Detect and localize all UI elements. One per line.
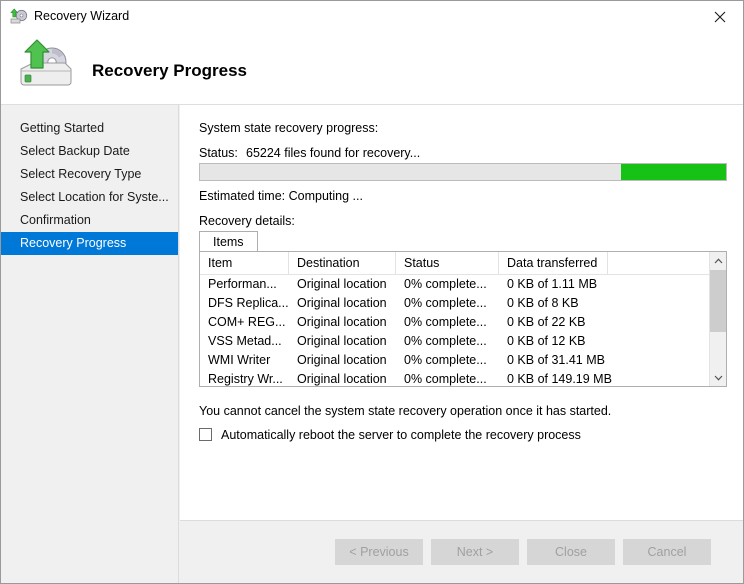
table-row[interactable]: DFS Replica... Original location 0% comp…: [200, 294, 726, 313]
previous-button[interactable]: < Previous: [335, 539, 423, 565]
list-vertical-scrollbar[interactable]: [709, 252, 726, 386]
cell-destination: Original location: [289, 370, 396, 387]
cell-data-transferred: 0 KB of 12 KB: [499, 332, 639, 351]
cancel-warning-text: You cannot cancel the system state recov…: [199, 404, 611, 418]
tab-items[interactable]: Items: [199, 231, 258, 252]
auto-reboot-label: Automatically reboot the server to compl…: [221, 428, 581, 442]
cell-item: DFS Replica...: [200, 294, 289, 313]
cell-destination: Original location: [289, 351, 396, 370]
next-button[interactable]: Next >: [431, 539, 519, 565]
sidebar-item-select-recovery-type[interactable]: Select Recovery Type: [1, 163, 178, 186]
cell-status: 0% complete...: [396, 275, 499, 294]
cell-item: VSS Metad...: [200, 332, 289, 351]
cell-status: 0% complete...: [396, 294, 499, 313]
table-row[interactable]: WMI Writer Original location 0% complete…: [200, 351, 726, 370]
cell-item: WMI Writer: [200, 351, 289, 370]
cell-status: 0% complete...: [396, 313, 499, 332]
cell-data-transferred: 0 KB of 22 KB: [499, 313, 639, 332]
close-icon: [714, 11, 726, 23]
recovery-items-list: Item Destination Status Data transferred…: [199, 251, 727, 387]
title-bar: Recovery Wizard: [1, 1, 743, 32]
recovery-disk-icon: [10, 8, 28, 25]
estimated-time-label: Estimated time: Computing ...: [199, 189, 363, 204]
close-wizard-button[interactable]: Close: [527, 539, 615, 565]
cell-item: Performan...: [200, 275, 289, 294]
cell-status: 0% complete...: [396, 370, 499, 387]
close-button[interactable]: [697, 1, 743, 32]
table-row[interactable]: VSS Metad... Original location 0% comple…: [200, 332, 726, 351]
cell-destination: Original location: [289, 313, 396, 332]
column-header-status[interactable]: Status: [396, 252, 499, 274]
column-header-data-transferred[interactable]: Data transferred: [499, 252, 608, 274]
list-header-row: Item Destination Status Data transferred: [200, 252, 726, 275]
cell-destination: Original location: [289, 294, 396, 313]
auto-reboot-checkbox-row[interactable]: Automatically reboot the server to compl…: [199, 426, 581, 443]
cell-item: Registry Wr...: [200, 370, 289, 387]
recovery-disk-large-icon: [13, 38, 79, 96]
cell-status: 0% complete...: [396, 332, 499, 351]
auto-reboot-checkbox[interactable]: [199, 428, 212, 441]
cell-destination: Original location: [289, 275, 396, 294]
column-header-item[interactable]: Item: [200, 252, 289, 274]
page-title: Recovery Progress: [92, 61, 247, 81]
chevron-down-icon[interactable]: [710, 369, 726, 386]
cell-data-transferred: 0 KB of 31.41 MB: [499, 351, 639, 370]
recovery-progress-bar: [199, 163, 727, 181]
status-value: 65224 files found for recovery...: [246, 146, 420, 161]
wizard-steps-sidebar: Getting Started Select Backup Date Selec…: [1, 105, 179, 583]
cell-data-transferred: 0 KB of 149.19 MB: [499, 370, 639, 387]
sidebar-item-recovery-progress[interactable]: Recovery Progress: [1, 232, 178, 255]
sidebar-item-select-location[interactable]: Select Location for Syste...: [1, 186, 178, 209]
table-row[interactable]: Performan... Original location 0% comple…: [200, 275, 726, 294]
sidebar-item-getting-started[interactable]: Getting Started: [1, 117, 178, 140]
cell-data-transferred: 0 KB of 1.11 MB: [499, 275, 639, 294]
list-body: Performan... Original location 0% comple…: [200, 275, 726, 387]
status-label: Status:: [199, 146, 238, 161]
cell-item: COM+ REG...: [200, 313, 289, 332]
system-state-progress-label: System state recovery progress:: [199, 121, 378, 136]
page-header: Recovery Progress: [1, 32, 743, 105]
cell-destination: Original location: [289, 332, 396, 351]
recovery-details-label: Recovery details:: [199, 214, 295, 229]
sidebar-item-select-backup-date[interactable]: Select Backup Date: [1, 140, 178, 163]
wizard-footer: < Previous Next > Close Cancel: [180, 520, 743, 583]
column-header-destination[interactable]: Destination: [289, 252, 396, 274]
details-tabstrip: Items: [199, 231, 727, 252]
table-row[interactable]: Registry Wr... Original location 0% comp…: [200, 370, 726, 387]
recovery-wizard-window: Recovery Wizard Recovery Progress: [0, 0, 744, 584]
progress-bar-chunk: [621, 164, 726, 180]
table-row[interactable]: COM+ REG... Original location 0% complet…: [200, 313, 726, 332]
main-content: System state recovery progress: Status: …: [180, 105, 743, 520]
column-header-spacer: [608, 252, 710, 274]
sidebar-item-confirmation[interactable]: Confirmation: [1, 209, 178, 232]
scrollbar-thumb[interactable]: [710, 270, 726, 332]
window-title: Recovery Wizard: [34, 8, 129, 25]
cell-data-transferred: 0 KB of 8 KB: [499, 294, 639, 313]
cancel-button[interactable]: Cancel: [623, 539, 711, 565]
cell-status: 0% complete...: [396, 351, 499, 370]
chevron-up-icon[interactable]: [710, 252, 726, 269]
